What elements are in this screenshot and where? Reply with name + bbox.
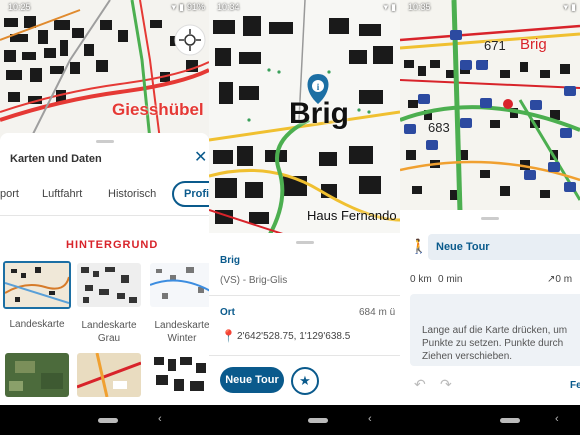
- wifi-icon: ▾: [563, 1, 569, 12]
- category-tabs: port Luftfahrt Historisch Profi: [0, 177, 209, 207]
- time: 10:25: [8, 2, 31, 12]
- tab-profi[interactable]: Profi: [172, 181, 209, 207]
- wifi-icon: ▾: [383, 1, 389, 12]
- star-icon: ★: [299, 373, 311, 388]
- map-place-label: Brig: [289, 97, 349, 130]
- tour-title: Neue Tour: [436, 241, 490, 253]
- battery-percent: 91%: [186, 2, 205, 12]
- wifi-icon: ▾: [171, 1, 177, 12]
- favorite-button[interactable]: ★: [291, 367, 319, 395]
- map-thumb-buildings[interactable]: [150, 353, 209, 397]
- map-thumb-landeskarte-winter[interactable]: [150, 263, 209, 307]
- screen-new-tour: 671 Brig 683 10:35 ▾ ▮ 🚶 Neue Tour 0 km 0…: [400, 0, 580, 405]
- map-label-landeskarte-grau: Landeskarte Grau: [81, 320, 137, 344]
- status-bar: 10:34 ▾ ▮: [209, 0, 400, 14]
- map-view[interactable]: Giesshübel: [0, 0, 209, 140]
- location-pin-icon: 📍: [221, 329, 236, 343]
- coordinates[interactable]: 2'642'528.75, 1'129'638.5: [237, 331, 350, 342]
- home-button-1[interactable]: [98, 418, 118, 423]
- sheet-handle[interactable]: [295, 241, 314, 244]
- hiking-icon[interactable]: 🚶: [410, 238, 427, 255]
- time: 10:35: [408, 2, 431, 12]
- redo-icon[interactable]: ↷: [440, 376, 452, 393]
- tab-sport[interactable]: port: [0, 188, 19, 200]
- tour-title-field[interactable]: Neue Tour: [428, 234, 580, 260]
- map-label-683: 683: [428, 120, 450, 135]
- close-icon[interactable]: ✕: [194, 147, 207, 167]
- map-label-landeskarte: Landeskarte: [9, 319, 65, 330]
- map-thumb-landeskarte-grau[interactable]: [77, 263, 141, 307]
- save-button-partial[interactable]: Fe: [570, 380, 580, 391]
- back-icon-3[interactable]: ‹: [555, 413, 559, 425]
- tab-luftfahrt[interactable]: Luftfahrt: [42, 188, 82, 200]
- sheet-title: Karten und Daten: [10, 153, 102, 165]
- altitude: 684 m ü: [359, 307, 396, 318]
- battery-icon: ▮: [391, 1, 396, 12]
- tour-duration: 0 min: [438, 274, 463, 285]
- battery-icon: ▮: [571, 1, 576, 12]
- tour-ascent: ↗0 m: [547, 274, 573, 285]
- section-heading: HINTERGRUND: [66, 239, 159, 251]
- map-place-label: Giesshübel: [112, 100, 204, 119]
- map-layers-sheet: Karten und Daten ✕ port Luftfahrt Histor…: [0, 133, 209, 405]
- new-tour-button[interactable]: Neue Tour: [220, 367, 284, 393]
- hint-box: Lange auf die Karte drücken, um Punkte z…: [410, 294, 580, 366]
- tour-sheet: 🚶 Neue Tour 0 km 0 min ↗0 m Lange auf di…: [400, 210, 580, 405]
- screen-location-info: i Brig Haus Fernando 10:34 ▾ ▮ Brig (VS) …: [209, 0, 400, 405]
- back-icon-1[interactable]: ‹: [158, 413, 162, 425]
- screen-map-layers: Giesshübel 10:25 ▾ ▮ 91% Karten und Daten …: [0, 0, 209, 405]
- place-heading: Brig: [220, 255, 240, 266]
- home-button-3[interactable]: [500, 418, 520, 423]
- time: 10:34: [217, 2, 240, 12]
- map-view[interactable]: 671 Brig 683: [400, 0, 580, 212]
- map-place-label: Brig: [520, 36, 547, 53]
- status-bar: 10:35 ▾ ▮: [400, 0, 580, 14]
- sheet-handle[interactable]: [481, 217, 499, 220]
- battery-icon: ▮: [179, 1, 184, 12]
- map-thumb-landeskarte[interactable]: [3, 261, 71, 309]
- map-label-landeskarte-winter: Landeskarte Winter: [154, 320, 209, 344]
- sheet-handle[interactable]: [95, 140, 114, 143]
- map-thumb-roadmap[interactable]: [77, 353, 141, 397]
- map-label-small: Haus Fernando: [307, 208, 397, 223]
- location-sheet: Brig (VS) - Brig-Glis Ort 684 m ü 📍 2'64…: [209, 233, 400, 405]
- map-thumb-satellite[interactable]: [5, 353, 69, 397]
- back-icon-2[interactable]: ‹: [368, 413, 372, 425]
- undo-icon[interactable]: ↶: [414, 376, 426, 393]
- tab-historisch[interactable]: Historisch: [108, 188, 156, 200]
- place-subtitle: (VS) - Brig-Glis: [220, 275, 288, 286]
- map-view[interactable]: i Brig Haus Fernando: [209, 0, 400, 236]
- hint-text: Lange auf die Karte drücken, um Punkte z…: [422, 325, 568, 362]
- tour-distance: 0 km: [410, 274, 432, 285]
- status-bar: 10:25 ▾ ▮ 91%: [0, 0, 209, 14]
- map-label-671: 671: [484, 38, 506, 53]
- location-heading: Ort: [220, 307, 235, 318]
- home-button-2[interactable]: [308, 418, 328, 423]
- system-nav-bar: ‹ ‹ ‹: [0, 405, 580, 435]
